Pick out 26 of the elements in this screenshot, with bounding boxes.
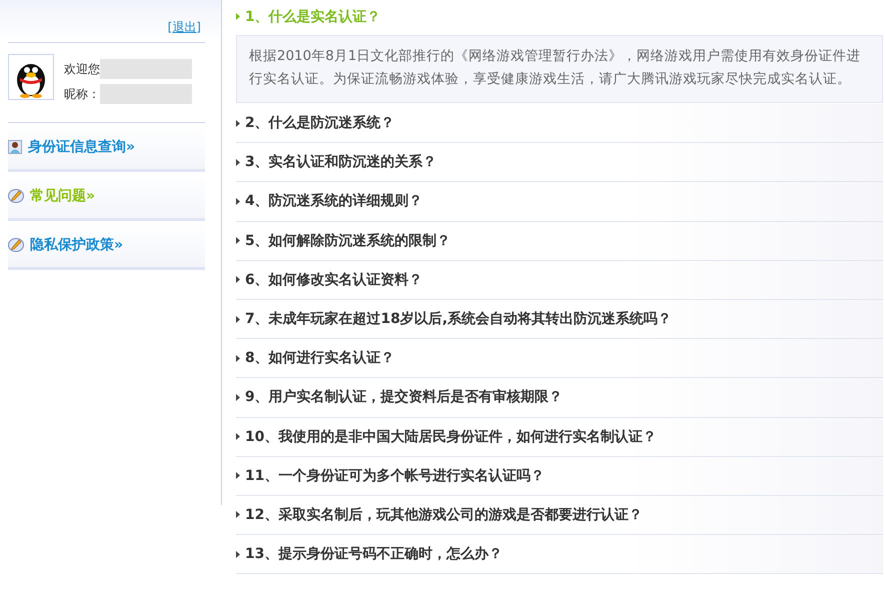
faq-question-link[interactable]: 5、如何解除防沉迷系统的限制？ (245, 232, 451, 250)
triangle-bullet-icon (236, 276, 240, 284)
triangle-bullet-icon (236, 237, 240, 244)
triangle-bullet-icon (236, 158, 240, 166)
logout-link[interactable]: [退出] (168, 19, 201, 36)
faq-question-link[interactable]: 2、什么是防沉迷系统？ (245, 114, 395, 132)
faq-answer-text: 根据2010年8月1日文化部推行的《网络游戏管理暂行办法》，网络游戏用户需使用有效身份证件进行实名认证。为保证流畅游戏体验，享受健康游戏生活，请广大腾讯游戏玩家尽快完成实名认证。 (236, 35, 883, 103)
penguin-avatar-icon (8, 54, 54, 100)
triangle-bullet-icon (236, 13, 240, 20)
faq-question-link[interactable]: 4、防沉迷系统的详细规则？ (245, 192, 423, 210)
triangle-bullet-icon (236, 550, 240, 558)
faq-question-link[interactable]: 13、提示身份证号码不正确时，怎么办？ (245, 545, 502, 564)
triangle-bullet-icon (236, 198, 240, 205)
triangle-bullet-icon (236, 472, 240, 480)
faq-question-link[interactable]: 8、如何进行实名认证？ (245, 349, 395, 368)
welcome-text: 欢迎您 (64, 60, 100, 78)
faq-question-link[interactable]: 6、如何修改实名认证资料？ (245, 270, 423, 289)
triangle-bullet-icon (236, 511, 240, 518)
sidebar-nav-link[interactable]: 隐私保护政策» (30, 236, 124, 254)
triangle-bullet-icon (236, 120, 240, 127)
faq-question-link[interactable]: 3、实名认证和防沉迷的关系？ (245, 153, 437, 172)
triangle-bullet-icon (236, 354, 240, 362)
triangle-bullet-icon (236, 394, 240, 401)
triangle-bullet-icon (236, 433, 240, 440)
nickname-label: 昵称： (64, 86, 100, 102)
triangle-bullet-icon (236, 316, 240, 323)
